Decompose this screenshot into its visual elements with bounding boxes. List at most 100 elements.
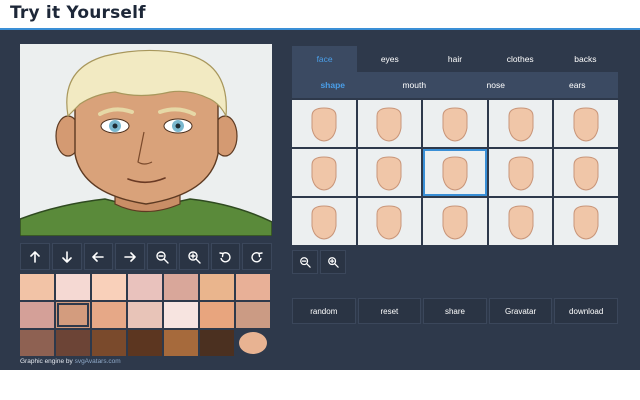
subtab-ears[interactable]: ears bbox=[537, 72, 619, 98]
credit-prefix: Graphic engine by bbox=[20, 358, 75, 365]
avatar-toolbar bbox=[20, 243, 272, 270]
face-shape-option[interactable] bbox=[423, 198, 487, 245]
tab-eyes[interactable]: eyes bbox=[357, 46, 422, 72]
arrow-left-icon bbox=[92, 251, 105, 262]
reset-button[interactable]: reset bbox=[357, 298, 422, 324]
skin-swatch[interactable] bbox=[56, 274, 90, 300]
arrow-right-icon bbox=[124, 251, 136, 262]
face-shape-thumbnail bbox=[573, 106, 599, 142]
zoom-out-icon bbox=[156, 250, 169, 264]
rotate-left-button[interactable] bbox=[210, 243, 241, 270]
zoom-in-icon bbox=[187, 250, 201, 264]
subtab-shape[interactable]: shape bbox=[292, 72, 374, 98]
skin-swatch[interactable] bbox=[92, 274, 126, 300]
skin-swatch[interactable] bbox=[128, 274, 162, 300]
grid-zoom-controls bbox=[292, 250, 346, 274]
gravatar-button[interactable]: Gravatar bbox=[488, 298, 553, 324]
face-shape-thumbnail bbox=[376, 106, 402, 142]
tab-backs[interactable]: backs bbox=[553, 46, 618, 72]
skin-swatch[interactable] bbox=[164, 330, 198, 356]
zoom-out-icon bbox=[300, 257, 311, 268]
face-shape-thumbnail bbox=[376, 155, 402, 191]
face-shape-thumbnail bbox=[573, 204, 599, 240]
arrow-up-icon bbox=[30, 250, 40, 263]
face-shape-thumbnail bbox=[508, 155, 534, 191]
rotate-left-icon bbox=[219, 251, 232, 262]
action-bar: random reset share Gravatar download bbox=[292, 298, 618, 324]
credit-text: Graphic engine by svgAvatars.com bbox=[20, 358, 121, 365]
arrow-up-button[interactable] bbox=[20, 243, 50, 270]
tab-hair[interactable]: hair bbox=[422, 46, 487, 72]
face-shape-thumbnail bbox=[442, 155, 468, 191]
skin-swatch[interactable] bbox=[20, 330, 54, 356]
arrow-right-button[interactable] bbox=[115, 243, 145, 270]
arrow-down-icon bbox=[61, 250, 72, 263]
tab-clothes[interactable]: clothes bbox=[488, 46, 553, 72]
face-shape-option[interactable] bbox=[357, 149, 422, 196]
grid-zoom-in-button[interactable] bbox=[320, 250, 346, 274]
face-shape-option[interactable] bbox=[488, 149, 553, 196]
face-shape-option[interactable] bbox=[357, 100, 422, 147]
skin-swatch[interactable] bbox=[128, 330, 162, 356]
face-shape-thumbnail bbox=[376, 204, 402, 240]
face-shape-option[interactable] bbox=[423, 100, 487, 147]
face-shape-option[interactable] bbox=[292, 149, 356, 196]
skin-swatch[interactable] bbox=[236, 274, 270, 300]
skin-color-palette bbox=[20, 274, 272, 358]
rotate-right-button[interactable] bbox=[242, 243, 272, 270]
swatch-row bbox=[20, 302, 272, 328]
credit-link[interactable]: svgAvatars.com bbox=[75, 358, 121, 365]
face-shape-option[interactable] bbox=[357, 198, 422, 245]
skin-swatch[interactable] bbox=[164, 302, 198, 328]
face-subtabs: shape mouth nose ears bbox=[292, 72, 618, 98]
face-shape-option[interactable] bbox=[488, 100, 553, 147]
skin-swatch[interactable] bbox=[92, 330, 126, 356]
shape-options-grid bbox=[292, 100, 618, 245]
grid-zoom-out-button[interactable] bbox=[292, 250, 318, 274]
current-color-wrap bbox=[236, 330, 270, 356]
share-button[interactable]: share bbox=[423, 298, 487, 324]
skin-swatch[interactable] bbox=[236, 302, 270, 328]
skin-swatch[interactable] bbox=[56, 330, 90, 356]
avatar-editor-panel: Graphic engine by svgAvatars.com face eye… bbox=[0, 30, 640, 370]
face-shape-option[interactable] bbox=[554, 100, 618, 147]
skin-swatch[interactable] bbox=[164, 274, 198, 300]
subtab-mouth[interactable]: mouth bbox=[374, 72, 456, 98]
skin-swatch[interactable] bbox=[20, 302, 54, 328]
subtab-nose[interactable]: nose bbox=[455, 72, 537, 98]
face-shape-thumbnail bbox=[442, 106, 468, 142]
rotate-right-icon bbox=[251, 251, 263, 262]
arrow-down-button[interactable] bbox=[51, 243, 82, 270]
category-tabs: face eyes hair clothes backs bbox=[292, 46, 618, 72]
face-shape-option[interactable] bbox=[292, 100, 356, 147]
arrow-left-button[interactable] bbox=[83, 243, 114, 270]
download-button[interactable]: download bbox=[554, 298, 618, 324]
page-title: Try it Yourself bbox=[10, 3, 146, 23]
skin-swatch[interactable] bbox=[128, 302, 162, 328]
face-shape-thumbnail bbox=[508, 106, 534, 142]
face-shape-option[interactable] bbox=[423, 149, 487, 196]
face-shape-thumbnail bbox=[311, 204, 337, 240]
swatch-row bbox=[20, 330, 272, 356]
skin-swatch[interactable] bbox=[56, 302, 90, 328]
skin-swatch[interactable] bbox=[200, 330, 234, 356]
random-button[interactable]: random bbox=[292, 298, 356, 324]
swatch-row bbox=[20, 274, 272, 300]
zoom-out-button[interactable] bbox=[147, 243, 177, 270]
custom-color-picker[interactable] bbox=[239, 332, 267, 354]
face-shape-thumbnail bbox=[573, 155, 599, 191]
skin-swatch[interactable] bbox=[20, 274, 54, 300]
face-shape-thumbnail bbox=[311, 106, 337, 142]
avatar-illustration bbox=[20, 49, 272, 236]
face-shape-thumbnail bbox=[508, 204, 534, 240]
skin-swatch[interactable] bbox=[200, 302, 234, 328]
tab-face[interactable]: face bbox=[292, 46, 358, 72]
face-shape-option[interactable] bbox=[554, 149, 618, 196]
face-shape-option[interactable] bbox=[292, 198, 356, 245]
face-shape-option[interactable] bbox=[554, 198, 618, 245]
skin-swatch[interactable] bbox=[92, 302, 126, 328]
skin-swatch[interactable] bbox=[200, 274, 234, 300]
zoom-in-button[interactable] bbox=[178, 243, 209, 270]
face-shape-thumbnail bbox=[442, 204, 468, 240]
face-shape-option[interactable] bbox=[488, 198, 553, 245]
